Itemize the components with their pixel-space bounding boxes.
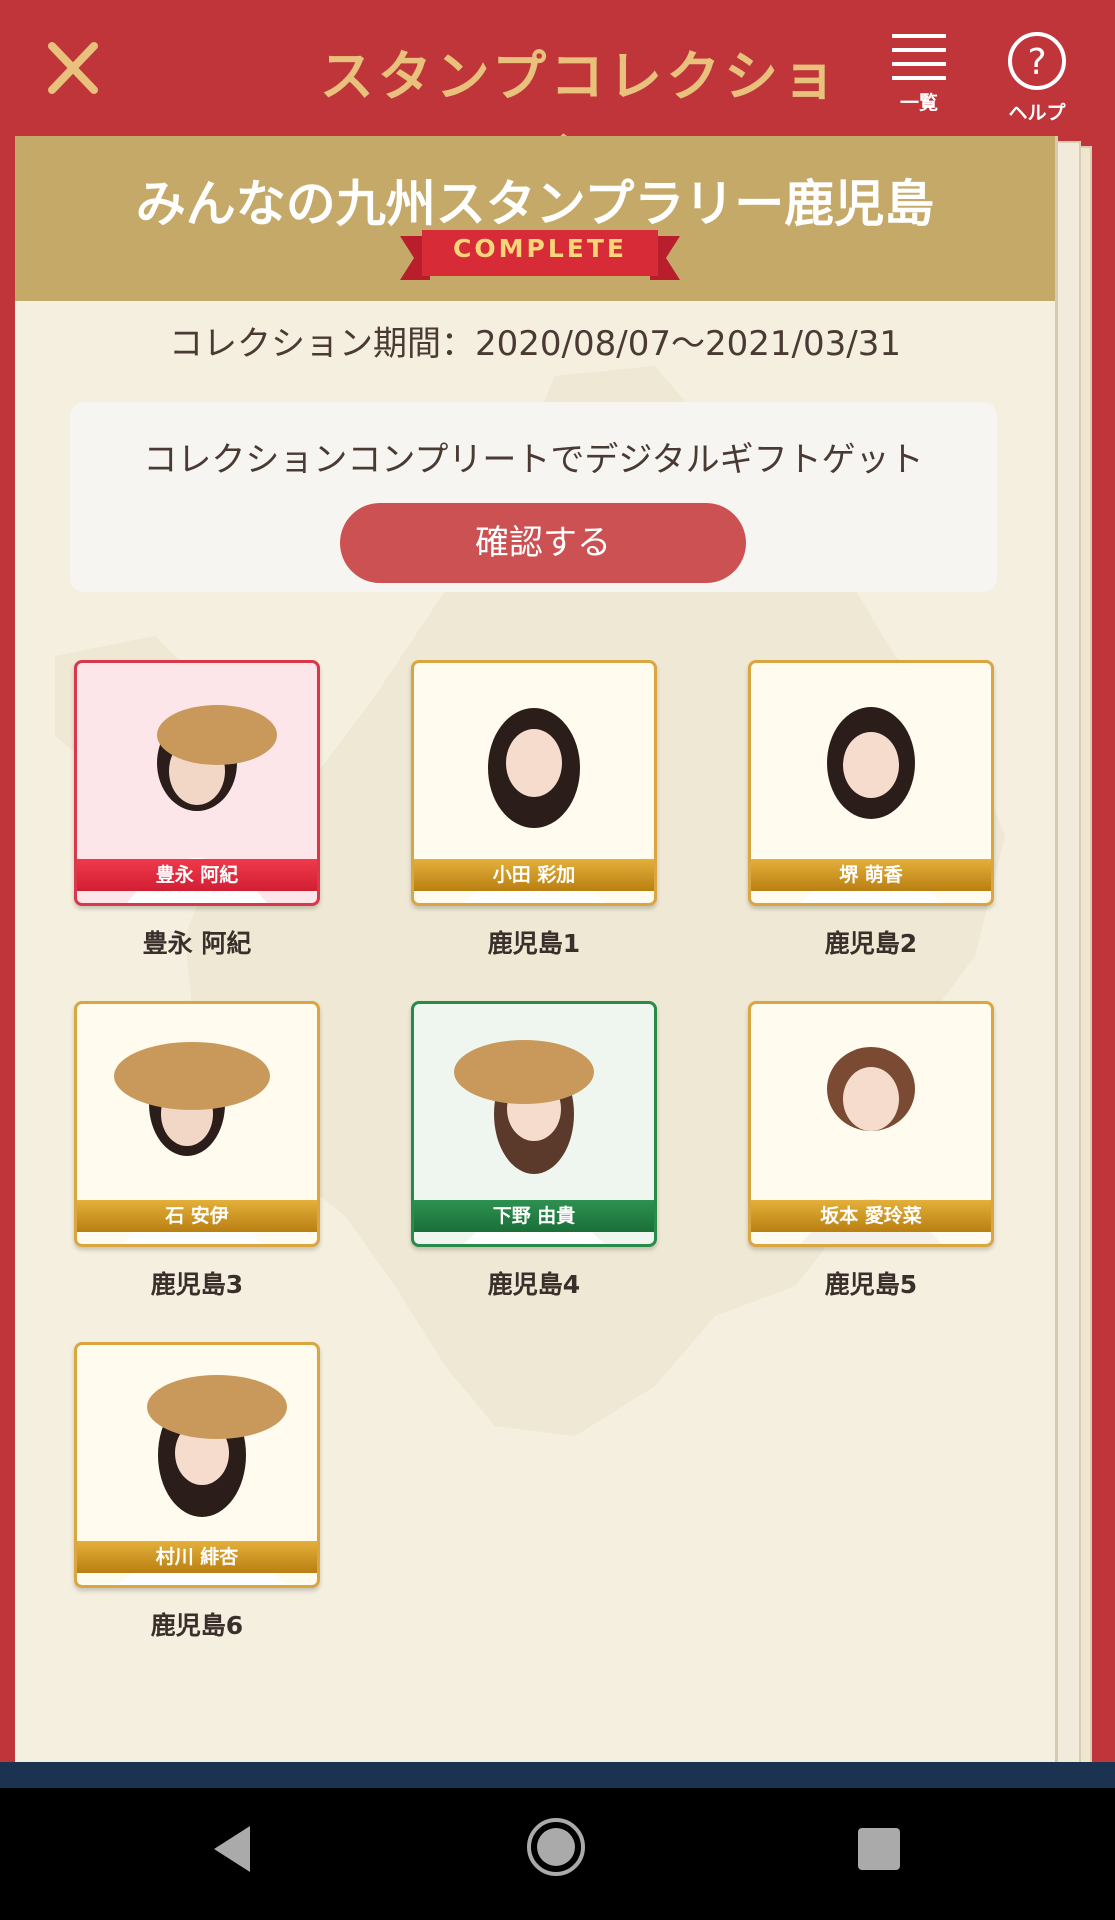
system-nav-bar	[0, 1788, 1115, 1920]
stamp-name: 石 安伊	[77, 1200, 317, 1232]
stamp-card[interactable]: 豊永 阿紀 豊永 阿紀	[74, 660, 320, 960]
stamp-name: 小田 彩加	[414, 859, 654, 891]
stamp-frame: 下野 由貴	[411, 1001, 657, 1247]
back-triangle-icon[interactable]	[210, 1824, 254, 1874]
stamp-caption: 鹿児島5	[824, 1270, 918, 1299]
stamp-name: 下野 由貴	[414, 1200, 654, 1232]
recent-square-icon[interactable]	[858, 1828, 900, 1870]
stamp-card[interactable]: 堺 萌香 鹿児島2	[748, 660, 994, 960]
complete-badge: COMPLETE	[400, 228, 680, 288]
stamp-name: 豊永 阿紀	[77, 859, 317, 891]
stamp-frame: 坂本 愛玲菜	[748, 1001, 994, 1247]
stamp-frame: 村川 緋杏	[74, 1342, 320, 1588]
help-label: ヘルプ	[1008, 102, 1066, 124]
gift-panel: コレクションコンプリートでデジタルギフトゲット 確認する	[70, 402, 997, 592]
stamp-frame: 石 安伊	[74, 1001, 320, 1247]
stamp-card[interactable]: 坂本 愛玲菜 鹿児島5	[748, 1001, 994, 1301]
stamp-caption: 鹿児島3	[150, 1270, 244, 1299]
stamp-frame: 堺 萌香	[748, 660, 994, 906]
stamp-card[interactable]: 小田 彩加 鹿児島1	[411, 660, 657, 960]
svg-text:?: ?	[1027, 42, 1046, 83]
stamp-card[interactable]: 村川 緋杏 鹿児島6	[74, 1342, 320, 1642]
stamp-frame: 豊永 阿紀	[74, 660, 320, 906]
stamp-frame: 小田 彩加	[411, 660, 657, 906]
stamp-card[interactable]: 石 安伊 鹿児島3	[74, 1001, 320, 1301]
confirm-button[interactable]: 確認する	[340, 503, 746, 583]
complete-label: COMPLETE	[453, 234, 627, 263]
help-button[interactable]: ? ヘルプ	[992, 30, 1082, 125]
collection-banner: みんなの九州スタンプラリー鹿児島 COMPLETE	[15, 136, 1055, 301]
stamp-caption: 鹿児島2	[824, 929, 918, 958]
stamp-collection-page[interactable]: みんなの九州スタンプラリー鹿児島 COMPLETE コレクション期間：2020/…	[15, 136, 1058, 1766]
list-icon	[892, 34, 946, 80]
close-icon[interactable]	[38, 38, 108, 98]
home-circle-icon[interactable]	[525, 1816, 587, 1878]
header-bar: スタンプコレクション 一覧 ? ヘルプ	[0, 0, 1115, 187]
stamp-name: 村川 緋杏	[77, 1541, 317, 1573]
stamp-name: 坂本 愛玲菜	[751, 1200, 991, 1232]
list-label: 一覧	[899, 92, 938, 114]
stamp-caption: 鹿児島1	[487, 929, 581, 958]
stamp-card[interactable]: 下野 由貴 鹿児島4	[411, 1001, 657, 1301]
collection-period: コレクション期間：2020/08/07〜2021/03/31	[169, 324, 901, 364]
stamp-name: 堺 萌香	[751, 859, 991, 891]
collection-title: みんなの九州スタンプラリー鹿児島	[135, 175, 935, 233]
stamp-caption: 鹿児島6	[150, 1611, 244, 1640]
stamp-caption: 鹿児島4	[487, 1270, 581, 1299]
stamp-caption: 豊永 阿紀	[142, 929, 252, 958]
gift-text: コレクションコンプリートでデジタルギフトゲット	[143, 440, 924, 480]
bottom-strip	[0, 1762, 1115, 1788]
help-icon: ?	[1008, 32, 1066, 90]
list-button[interactable]: 一覧	[874, 30, 964, 115]
